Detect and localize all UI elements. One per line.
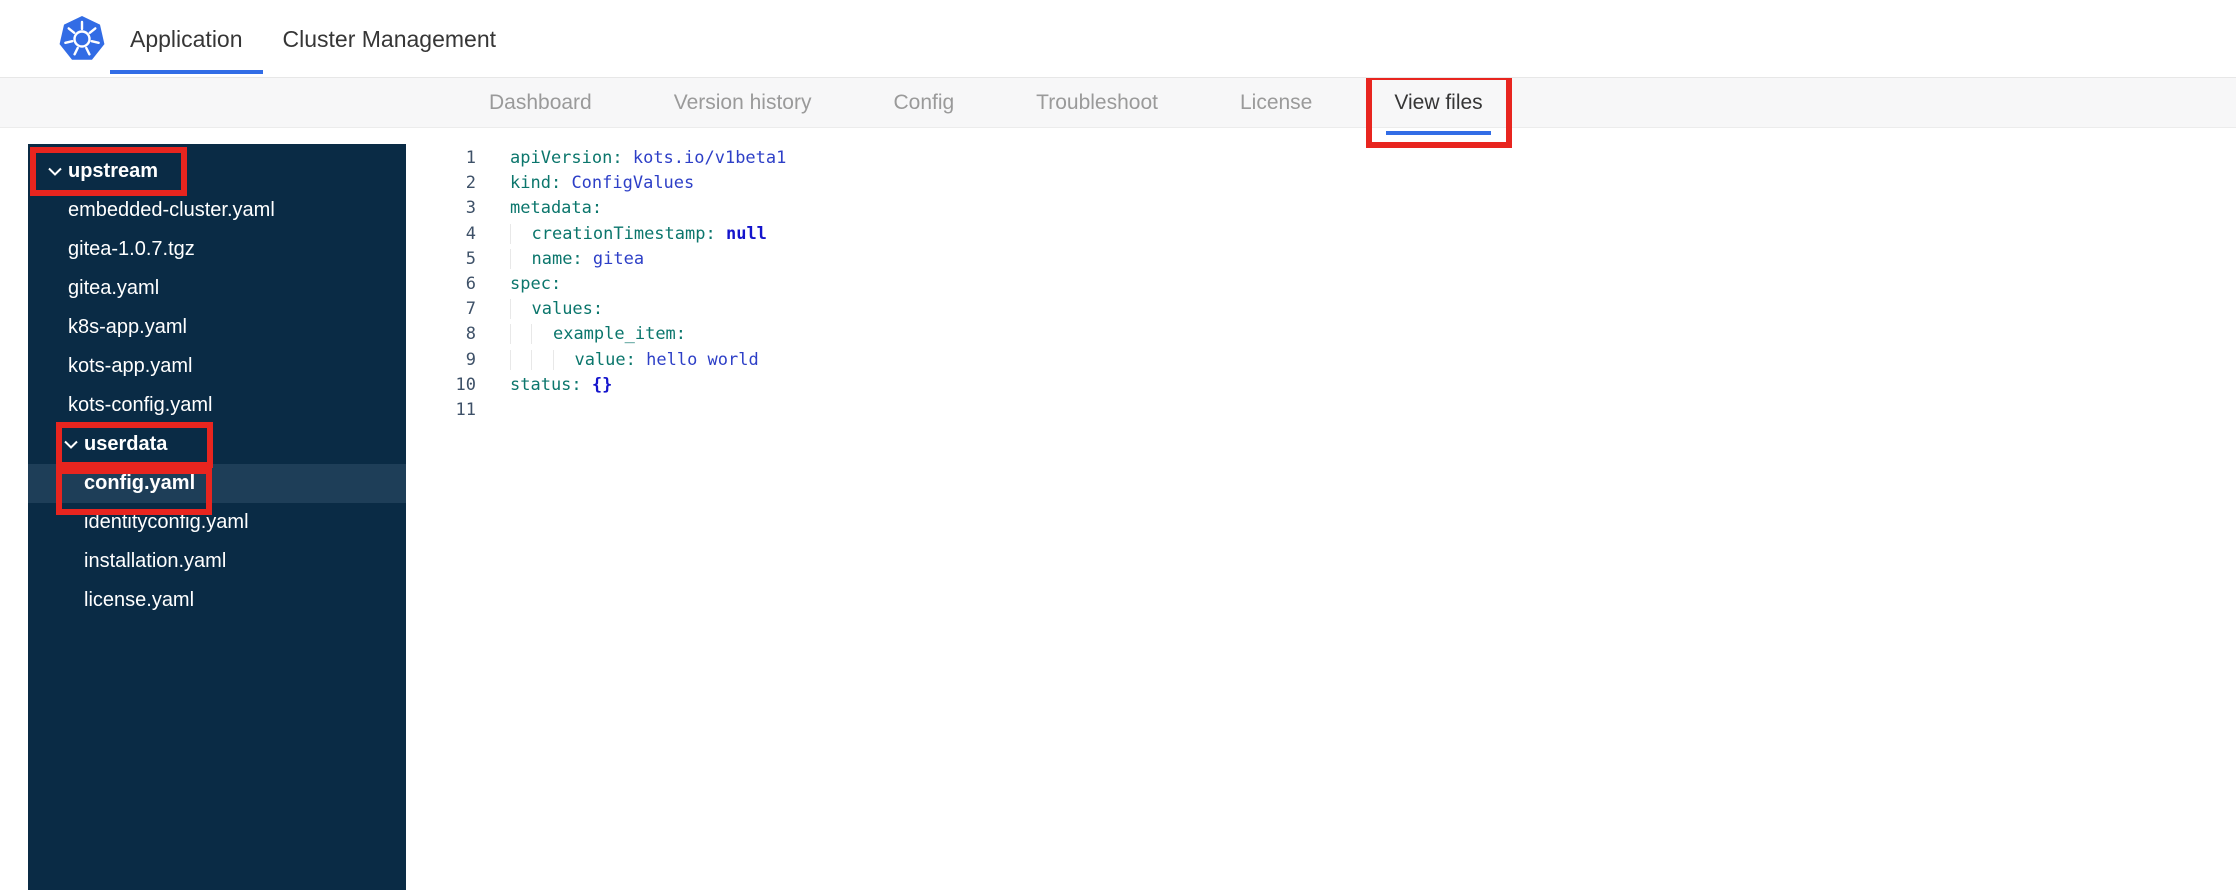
tree-item-label: license.yaml [84,589,195,611]
code-line-text: values: [510,297,603,322]
subnav: Dashboard Version history Config Troublesho… [0,74,2236,148]
subnav-tab-config[interactable]: Config [893,78,954,127]
line-number: 1 [465,148,476,168]
tree-file-embedded-cluster-yaml[interactable]: embedded-cluster.yaml [28,191,406,230]
tree-item-label: gitea.yaml [68,277,160,299]
tree-item-label: identityconfig.yaml [84,511,249,533]
header-tab-application[interactable]: Application [110,0,263,78]
tree-file-license-yaml[interactable]: license.yaml [28,581,406,620]
code-line: 7 values: [430,297,786,322]
code-line: 3 metadata: [430,196,786,221]
code-line-text: creationTimestamp: null [510,222,767,247]
code-line: 8 example_item: [430,322,786,347]
tree-item-label: k8s-app.yaml [68,316,187,338]
code-line-text: metadata: [510,198,603,219]
code-line: 2 kind: ConfigValues [430,171,786,196]
tree-item-label: kots-config.yaml [68,394,213,416]
line-number: 10 [455,374,476,395]
subnav-tab-troubleshoot[interactable]: Troubleshoot [1036,78,1158,127]
header-tab-cluster-management[interactable]: Cluster Management [263,0,517,78]
code-line: 1 apiVersion: kots.io/v1beta1 [430,146,787,171]
chevron-down-icon [64,440,84,449]
code-line-text: value: hello world [510,348,759,373]
line-number: 11 [455,399,476,420]
tree-file-kots-app-yaml[interactable]: kots-app.yaml [28,347,406,386]
code-line: 6 spec: [430,272,786,297]
tree-item-label: embedded-cluster.yaml [68,199,275,221]
tree-file-gitea-1-0-7-tgz[interactable]: gitea-1.0.7.tgz [28,230,406,269]
line-number: 7 [465,299,476,320]
subnav-tab-label: Troubleshoot [1036,90,1158,114]
code-line-text: name: gitea [510,247,644,272]
tree-item-label: installation.yaml [84,550,227,572]
code-line: 11 [430,398,786,423]
line-number: 5 [465,248,476,269]
code-line: 10 status: {} [430,373,786,398]
subnav-tab-label: Config [893,90,955,114]
code-line-text: example_item: [510,322,686,347]
tree-file-gitea-yaml[interactable]: gitea.yaml [28,269,406,308]
subnav-tab-license[interactable]: License [1240,78,1312,127]
tree-item-label: kots-app.yaml [68,355,193,377]
file-tree-sidebar: upstream embedded-cluster.yaml gitea-1.0.7… [28,144,406,890]
tree-folder-userdata[interactable]: userdata [28,422,406,468]
line-number: 3 [465,198,476,219]
code-line: 9 value: hello world [430,348,786,373]
tree-item-label: upstream [68,160,159,182]
code-line: 4 creationTimestamp: null [430,222,786,247]
subnav-tab-version-history[interactable]: Version history [674,78,812,127]
tree-file-kots-config-yaml[interactable]: kots-config.yaml [28,386,406,425]
code-line-text: status: {} [510,374,613,395]
line-number: 2 [465,173,476,194]
app-header: Application Cluster Management [0,0,2236,78]
line-number: 6 [465,273,476,294]
header-tabs: Application Cluster Management [110,0,516,78]
tree-item-label: config.yaml [84,472,196,494]
code-editor[interactable]: 1 apiVersion: kots.io/v1beta1 2 kind: Confi… [430,146,787,423]
tree-file-installation-yaml[interactable]: installation.yaml [28,542,406,581]
subnav-tab-label: View files [1394,90,1483,114]
chevron-down-icon [48,167,68,176]
line-number: 9 [465,349,476,370]
subnav-tab-dashboard[interactable]: Dashboard [489,78,592,127]
tree-file-k8s-app-yaml[interactable]: k8s-app.yaml [28,308,406,347]
kubernetes-logo-icon [59,16,105,60]
tree-folder-upstream[interactable]: upstream [28,147,406,196]
code-line-text: spec: [510,273,562,294]
subnav-tab-label: Version history [673,90,812,114]
subnav-tab-label: License [1239,90,1313,114]
line-number: 8 [465,324,476,345]
tree-file-identityconfig-yaml[interactable]: identityconfig.yaml [28,503,406,542]
code-line: 5 name: gitea [430,247,786,272]
code-line-text: apiVersion: kots.io/v1beta1 [510,148,787,168]
code-line-text: kind: ConfigValues [510,173,695,194]
tree-item-label: userdata [84,433,168,455]
subnav-tab-view-files[interactable]: View files [1365,74,1512,148]
tree-file-config-yaml[interactable]: config.yaml [28,464,406,515]
kubernetes-logo[interactable] [58,15,106,63]
subnav-tab-label: Dashboard [489,90,592,114]
line-number: 4 [465,223,476,244]
tree-item-label: gitea-1.0.7.tgz [68,238,195,260]
